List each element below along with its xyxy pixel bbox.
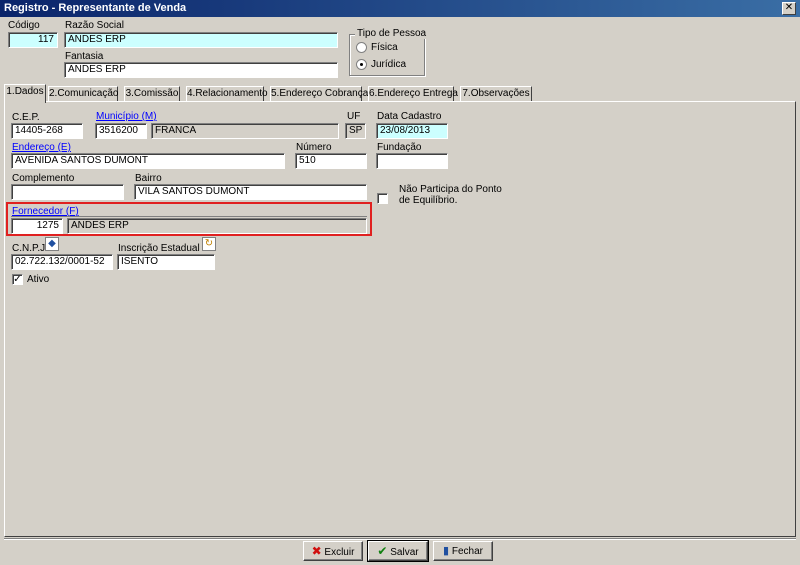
fundacao-label: Fundação <box>377 142 422 153</box>
numero-field[interactable]: 510 <box>295 153 367 169</box>
ie-field[interactable]: ISENTO <box>117 254 215 270</box>
radio-juridica-label: Jurídica <box>371 59 407 70</box>
tab-endereco-entrega[interactable]: 6.Endereço Entrega <box>368 86 458 102</box>
tipo-pessoa-title: Tipo de Pessoa <box>355 28 429 39</box>
endereco-field[interactable]: AVENIDA SANTOS DUMONT <box>11 153 285 169</box>
municipio-code-field[interactable]: 3516200 <box>95 123 147 139</box>
radio-juridica-circle[interactable] <box>356 59 367 70</box>
razao-social-label: Razão Social <box>65 20 124 31</box>
nao-participa-label-line1: Não Participa do Ponto <box>399 184 502 195</box>
cep-field[interactable]: 14405-268 <box>11 123 83 139</box>
nao-participa-label-line2: de Equilíbrio. <box>399 195 458 206</box>
fornecedor-code-field[interactable]: 1275 <box>11 218 63 234</box>
salvar-button-label: Salvar <box>390 547 419 558</box>
radio-fisica-label: Física <box>371 42 398 53</box>
radio-fisica[interactable]: Física <box>356 42 398 53</box>
endereco-link[interactable]: Endereço (E) <box>12 142 71 153</box>
cep-label: C.E.P. <box>12 112 40 123</box>
codigo-field[interactable]: 117 <box>8 32 58 48</box>
razao-social-field[interactable]: ANDES ERP <box>64 32 338 48</box>
cnpj-field[interactable]: 02.722.132/0001-52 <box>11 254 113 270</box>
fechar-button-label: Fechar <box>451 546 483 557</box>
excluir-button-label: Excluir <box>324 547 355 558</box>
tab-observacoes[interactable]: 7.Observações <box>460 86 532 102</box>
tab-relacionamento[interactable]: 4.Relacionamento <box>186 86 268 102</box>
data-cadastro-label: Data Cadastro <box>377 111 442 122</box>
fundacao-field[interactable] <box>376 153 448 169</box>
ie-label: Inscrição Estadual <box>118 243 200 254</box>
municipio-link[interactable]: Município (M) <box>96 111 157 122</box>
window-title: Registro - Representante de Venda <box>0 0 800 17</box>
excluir-button[interactable]: ✖ Excluir <box>303 541 363 561</box>
fechar-button[interactable]: ▮ Fechar <box>433 541 493 561</box>
fantasia-field[interactable]: ANDES ERP <box>64 62 338 78</box>
bairro-field[interactable]: VILA SANTOS DUMONT <box>134 184 367 200</box>
close-icon[interactable]: ✕ <box>782 2 796 15</box>
radio-juridica[interactable]: Jurídica <box>356 59 406 70</box>
tab-endereco-cobranca[interactable]: 5.Endereço Cobrança <box>270 86 368 102</box>
complemento-field[interactable] <box>11 184 124 200</box>
cnpj-label: C.N.P.J. <box>12 243 48 254</box>
nao-participa-label: Não Participa do Ponto de Equilíbrio. <box>399 184 502 206</box>
salvar-button[interactable]: ✔ Salvar <box>367 540 429 562</box>
ativo-checkbox[interactable]: ✓ <box>12 274 23 285</box>
check-icon: ✔ <box>377 544 388 558</box>
municipio-name-field: FRANCA <box>151 123 339 139</box>
uf-field: SP <box>345 123 366 139</box>
uf-label: UF <box>347 111 361 122</box>
tab-comunicacao[interactable]: 2.Comunicação <box>48 86 118 102</box>
tab-dados[interactable]: 1.Dados <box>4 84 46 103</box>
fantasia-label: Fantasia <box>65 51 104 62</box>
nao-participa-checkbox[interactable] <box>377 193 388 204</box>
radio-fisica-circle[interactable] <box>356 42 367 53</box>
ie-refresh-icon[interactable]: ↻ <box>202 237 216 251</box>
cnpj-lookup-icon[interactable]: ◆ <box>45 237 59 251</box>
fornecedor-name-field: ANDES ERP <box>67 218 367 234</box>
ativo-label: Ativo <box>27 274 50 285</box>
data-cadastro-field[interactable]: 23/08/2013 <box>376 123 448 139</box>
door-icon: ▮ <box>443 545 450 557</box>
fornecedor-divider <box>11 216 367 217</box>
bairro-label: Bairro <box>135 173 162 184</box>
codigo-label: Código <box>8 20 40 31</box>
tab-comissao[interactable]: 3.Comissão <box>124 86 180 102</box>
delete-icon: ✖ <box>311 544 322 558</box>
numero-label: Número <box>296 142 332 153</box>
complemento-label: Complemento <box>12 173 75 184</box>
